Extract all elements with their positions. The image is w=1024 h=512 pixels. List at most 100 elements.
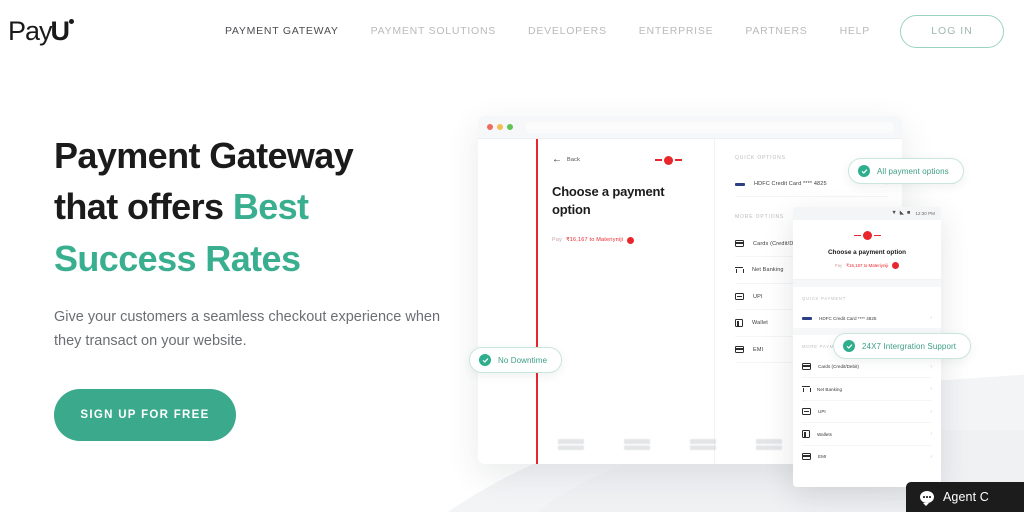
nav-item-payment-solutions[interactable]: PAYMENT SOLUTIONS xyxy=(355,25,512,37)
back-arrow-icon: ← xyxy=(552,154,562,165)
headline-line-3-accent: Success Rates xyxy=(54,237,301,279)
mobile-status-bar: ▼ ◣ ■ 12:30 PM xyxy=(793,207,941,220)
chevron-right-icon: › xyxy=(930,431,932,437)
net-banking-icon xyxy=(802,385,811,393)
feature-badge-no-downtime: No Downtime xyxy=(469,347,563,373)
headline-line-1: Payment Gateway xyxy=(54,135,354,176)
mobile-payment-option-row[interactable]: Wallets › xyxy=(802,423,932,446)
nav-item-enterprise[interactable]: ENTERPRISE xyxy=(623,25,730,37)
mobile-quick-option-label: HDFC Credit Card **** 4825 xyxy=(819,315,877,321)
login-button[interactable]: LOG IN xyxy=(900,14,1004,48)
credit-card-icon xyxy=(802,316,812,320)
nav-item-help[interactable]: HELP xyxy=(824,25,886,37)
payment-option-label: UPI xyxy=(753,293,763,300)
chevron-right-icon: › xyxy=(930,386,932,392)
payment-option-label: Wallet xyxy=(752,320,768,326)
mobile-payment-option-row[interactable]: UPI › xyxy=(802,401,932,423)
chevron-right-icon: › xyxy=(930,363,932,370)
quick-option-label: HDFC Credit Card **** 4825 xyxy=(754,181,827,187)
mobile-checkout-title: Choose a payment option xyxy=(827,249,907,256)
mobile-checkout-amount: Pay ₹16,167 to Materiyniji xyxy=(803,262,931,269)
feature-badge-label: All payment options xyxy=(877,166,949,176)
checkout-header-row: ← Back xyxy=(552,155,682,165)
cards-icon xyxy=(735,240,744,247)
upi-icon xyxy=(735,293,744,300)
window-maximize-icon[interactable] xyxy=(507,124,513,130)
headline-line-2-accent: Best xyxy=(232,186,309,228)
cards-icon xyxy=(802,363,811,370)
wallet-icon xyxy=(802,430,810,438)
checkout-amount: Pay ₹16,167 to Materiyniji xyxy=(552,236,682,244)
logo-text-pay: Pay xyxy=(8,15,53,46)
status-time: 12:30 PM xyxy=(915,211,935,216)
mobile-payment-option-row[interactable]: Net Banking › xyxy=(802,378,932,401)
emi-icon xyxy=(802,453,811,460)
signal-icon: ◣ xyxy=(899,209,904,216)
window-minimize-icon[interactable] xyxy=(497,124,503,130)
trust-badge-icon xyxy=(690,439,716,450)
agent-chat-widget[interactable]: Agent C xyxy=(906,482,1024,512)
merchant-logo-icon xyxy=(803,231,931,240)
battery-icon: ■ xyxy=(907,209,911,216)
logo-spark-icon xyxy=(69,18,75,24)
hero-section: Payment Gateway that offers Best Success… xyxy=(54,130,474,442)
payu-logo[interactable]: Pay U xyxy=(8,15,75,46)
hero-subheading: Give your customers a seamless checkout … xyxy=(54,309,441,349)
chat-widget-label: Agent C xyxy=(943,490,989,504)
mobile-quick-payment-section: QUICK PAYMENT HDFC Credit Card **** 4825… xyxy=(793,287,941,328)
mobile-quick-option-row[interactable]: HDFC Credit Card **** 4825 › xyxy=(802,308,932,328)
wifi-icon: ▼ xyxy=(891,209,897,216)
main-navigation: PAYMENT GATEWAY PAYMENT SOLUTIONS DEVELO… xyxy=(209,14,1024,48)
mobile-payment-option-label: UPI xyxy=(818,409,826,414)
trust-badge-icon xyxy=(558,439,584,450)
back-label: Back xyxy=(567,157,581,163)
chat-bubble-icon xyxy=(920,491,934,506)
mobile-payment-option-label: Net Banking xyxy=(817,386,843,392)
mobile-payment-option-label: Cards (Credit/Debit) xyxy=(818,364,859,369)
mobile-payment-option-row[interactable]: EMI › xyxy=(802,446,932,467)
wallet-icon xyxy=(735,319,743,327)
mobile-quick-payment-label: QUICK PAYMENT xyxy=(802,296,847,301)
chevron-right-icon: › xyxy=(930,315,932,321)
chevron-right-icon: › xyxy=(930,408,932,415)
payment-option-label: Net Banking xyxy=(752,267,784,273)
nav-item-payment-gateway[interactable]: PAYMENT GATEWAY xyxy=(209,25,355,37)
site-header: Pay U PAYMENT GATEWAY PAYMENT SOLUTIONS … xyxy=(0,0,1024,62)
mobile-payment-option-row[interactable]: Cards (Credit/Debit) › xyxy=(802,356,932,378)
net-banking-icon xyxy=(735,266,744,274)
merchant-badge-icon xyxy=(892,262,900,269)
merchant-logo-icon xyxy=(655,155,682,165)
check-circle-icon xyxy=(479,354,491,366)
amount-prefix: Pay xyxy=(834,263,843,268)
checkout-title: Choose a payment option xyxy=(552,184,665,217)
headline-line-2-plain: that offers xyxy=(54,186,233,228)
amount-value: ₹16,167 to Materiyniji xyxy=(846,262,889,268)
window-close-icon[interactable] xyxy=(487,124,493,130)
sign-up-for-free-button[interactable]: SIGN UP FOR FREE xyxy=(54,389,236,442)
checkout-summary-panel: ← Back Choose a payment option Pay ₹16,1… xyxy=(536,139,696,464)
logo-text-u: U xyxy=(50,15,71,46)
mobile-section-divider xyxy=(793,280,941,287)
mobile-payment-option-label: Wallets xyxy=(817,431,832,437)
credit-card-icon xyxy=(735,182,745,186)
feature-badge-label: 24X7 Intergration Support xyxy=(862,341,957,351)
nav-item-developers[interactable]: DEVELOPERS xyxy=(512,25,623,37)
emi-icon xyxy=(735,346,744,353)
check-circle-icon xyxy=(858,165,870,177)
check-circle-icon xyxy=(843,340,855,352)
nav-item-partners[interactable]: PARTNERS xyxy=(729,25,823,37)
mobile-payment-option-label: EMI xyxy=(818,454,827,459)
trust-badge-icon xyxy=(756,439,782,450)
back-button[interactable]: ← Back xyxy=(552,155,580,165)
amount-value: ₹16,167 to Materiyniji xyxy=(566,237,624,244)
browser-chrome-bar xyxy=(478,116,902,139)
upi-icon xyxy=(802,408,811,415)
feature-badge-label: No Downtime xyxy=(498,355,548,365)
feature-badge-integration-support: 24X7 Intergration Support xyxy=(833,333,972,359)
page-title: Payment Gateway that offers Best Success… xyxy=(54,130,474,284)
mobile-checkout-header: Choose a payment option Pay ₹16,167 to M… xyxy=(793,220,941,280)
chevron-right-icon: › xyxy=(930,453,932,460)
payment-option-label: EMI xyxy=(753,346,764,353)
trust-badge-icon xyxy=(624,439,650,450)
browser-url-input[interactable] xyxy=(526,121,893,133)
